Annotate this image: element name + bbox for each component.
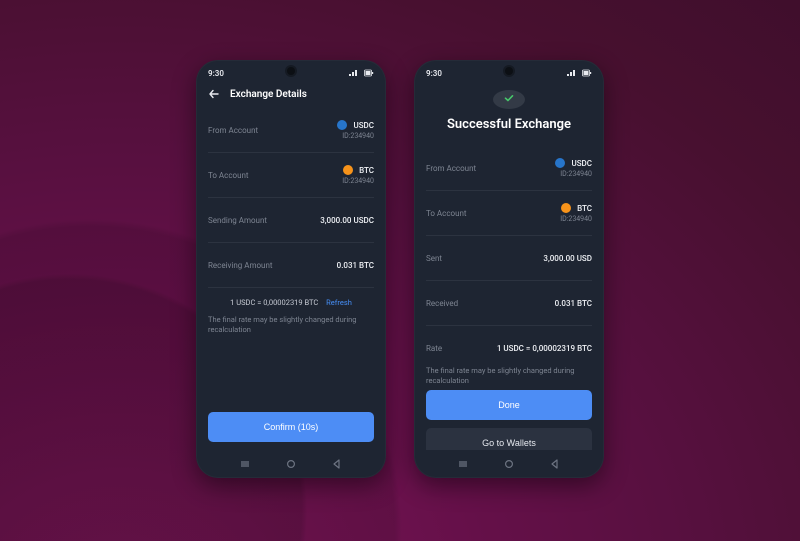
row-sending-amount: Sending Amount 3,000.00 USDC — [208, 198, 374, 243]
row-to-account: To Account BTC ID:234940 — [208, 153, 374, 198]
rate-block: 1 USDC = 0,00002319 BTC Refresh The fina… — [208, 288, 374, 342]
row-from-account: From Account USDC ID:234940 — [426, 146, 592, 191]
receiving-label: Receiving Amount — [208, 261, 273, 270]
rate-text: 1 USDC = 0,00002319 BTC — [230, 298, 318, 307]
camera-notch — [287, 67, 295, 75]
usdc-icon — [555, 158, 565, 168]
nav-recent-icon[interactable] — [457, 458, 469, 470]
from-coin-symbol: USDC — [571, 159, 592, 168]
phone-success: 9:30 Successful Exchange From Account — [414, 60, 604, 478]
phone-exchange-details: 9:30 Exchange Details From Account — [196, 60, 386, 478]
to-account-label: To Account — [208, 171, 249, 180]
row-received: Received 0.031 BTC — [426, 281, 592, 326]
from-account-id: ID:234940 — [560, 170, 592, 178]
row-from-account: From Account USDC ID:234940 — [208, 108, 374, 153]
rate-label: Rate — [426, 344, 442, 353]
go-to-wallets-button[interactable]: Go to Wallets — [426, 428, 592, 450]
to-account-label: To Account — [426, 209, 467, 218]
from-account-id: ID:234940 — [342, 132, 374, 140]
battery-icon — [582, 69, 592, 77]
received-value: 0.031 BTC — [555, 299, 592, 308]
nav-home-icon[interactable] — [285, 458, 297, 470]
rate-note: The final rate may be slightly changed d… — [208, 315, 374, 336]
success-badge — [493, 90, 525, 109]
to-coin-symbol: BTC — [577, 204, 592, 213]
sent-label: Sent — [426, 254, 442, 263]
rate-note: The final rate may be slightly changed d… — [426, 366, 592, 390]
receiving-value: 0.031 BTC — [337, 261, 374, 270]
nav-back-icon[interactable] — [549, 458, 561, 470]
row-to-account: To Account BTC ID:234940 — [426, 191, 592, 236]
check-icon — [502, 90, 516, 109]
sent-value: 3,000.00 USD — [543, 254, 592, 263]
nav-recent-icon[interactable] — [239, 458, 251, 470]
rate-value: 1 USDC = 0,00002319 BTC — [497, 344, 592, 353]
row-receiving-amount: Receiving Amount 0.031 BTC — [208, 243, 374, 288]
page-title: Exchange Details — [230, 89, 307, 100]
refresh-link[interactable]: Refresh — [326, 298, 352, 307]
done-button[interactable]: Done — [426, 390, 592, 420]
back-icon[interactable] — [208, 88, 220, 100]
nav-home-icon[interactable] — [503, 458, 515, 470]
success-content: Successful Exchange From Account USDC ID… — [414, 84, 604, 450]
stage: 9:30 Exchange Details From Account — [0, 0, 800, 541]
battery-icon — [364, 69, 374, 77]
success-title: Successful Exchange — [426, 117, 592, 132]
confirm-button[interactable]: Confirm (10s) — [208, 412, 374, 442]
btc-icon — [561, 203, 571, 213]
android-navbar — [414, 450, 604, 478]
details-content: From Account USDC ID:234940 To Account B… — [196, 108, 386, 450]
nav-back-icon[interactable] — [331, 458, 343, 470]
to-account-id: ID:234940 — [342, 177, 374, 185]
signal-icon — [566, 69, 578, 77]
status-time: 9:30 — [426, 69, 442, 78]
usdc-icon — [337, 120, 347, 130]
from-account-label: From Account — [426, 164, 476, 173]
sending-value: 3,000.00 USDC — [320, 216, 374, 225]
btc-icon — [343, 165, 353, 175]
received-label: Received — [426, 299, 458, 308]
title-bar: Exchange Details — [196, 84, 386, 108]
row-sent: Sent 3,000.00 USD — [426, 236, 592, 281]
row-rate: Rate 1 USDC = 0,00002319 BTC — [426, 326, 592, 366]
sending-label: Sending Amount — [208, 216, 267, 225]
to-account-id: ID:234940 — [560, 215, 592, 223]
from-account-label: From Account — [208, 126, 258, 135]
status-time: 9:30 — [208, 69, 224, 78]
camera-notch — [505, 67, 513, 75]
to-coin-symbol: BTC — [359, 166, 374, 175]
android-navbar — [196, 450, 386, 478]
signal-icon — [348, 69, 360, 77]
from-coin-symbol: USDC — [353, 121, 374, 130]
